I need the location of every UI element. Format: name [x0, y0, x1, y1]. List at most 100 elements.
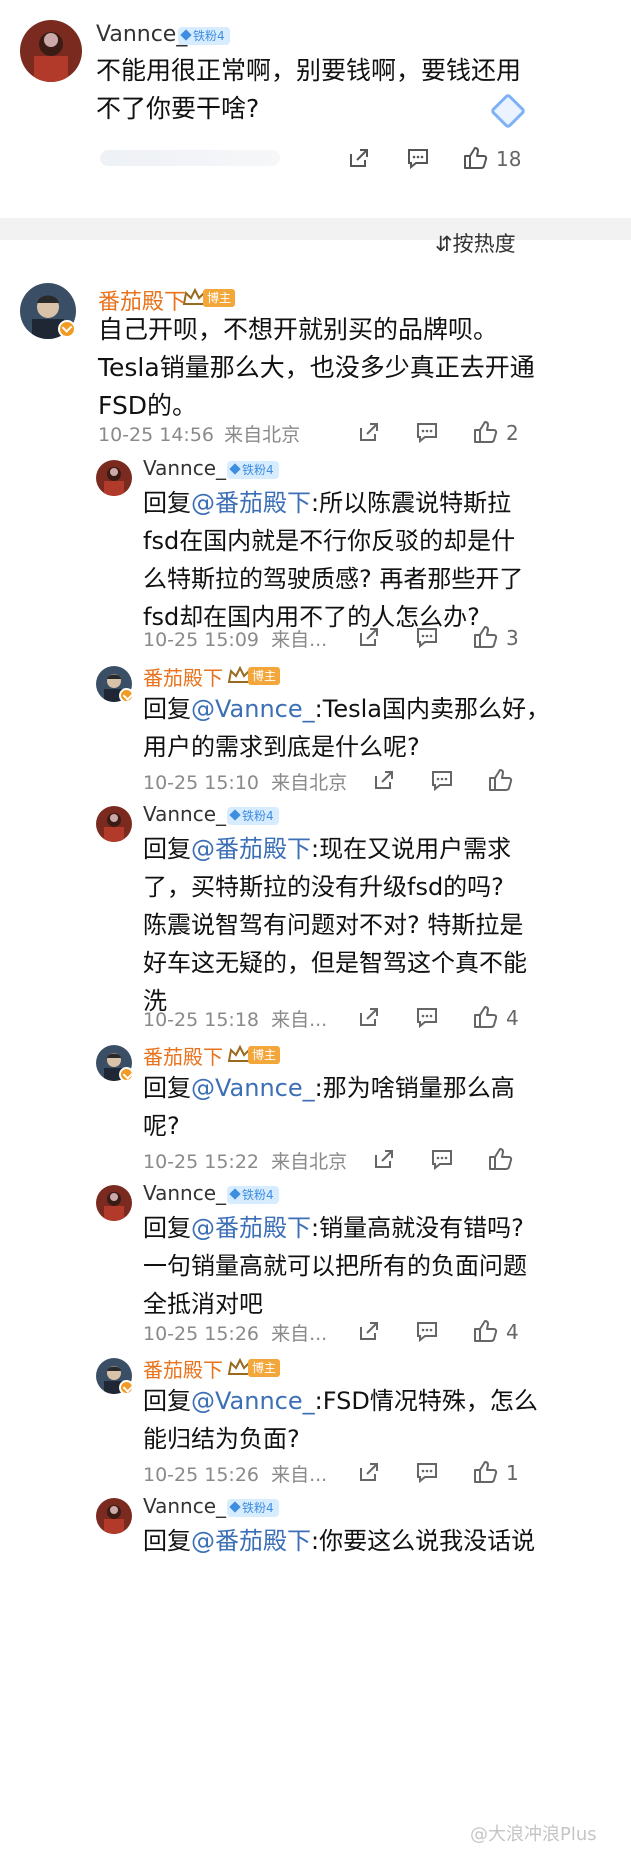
- comment-button[interactable]: [415, 1460, 439, 1484]
- like-button[interactable]: [462, 145, 488, 171]
- reply-meta: 10-25 15:18 来自...: [143, 1009, 328, 1031]
- like-button[interactable]: [472, 1004, 498, 1030]
- comment-icon: [417, 1008, 437, 1029]
- post-text: 不能用很正常啊，别要钱啊，要钱还用 不了你要干啥?: [96, 56, 522, 123]
- reply-prefix: 回复: [143, 1214, 191, 1242]
- reply-prefix: 回复: [143, 695, 191, 723]
- share-button[interactable]: [357, 625, 381, 649]
- like-count: 18: [496, 147, 522, 171]
- sort-by-hot-button[interactable]: ⇵按热度: [435, 228, 516, 258]
- verified-icon: [119, 1380, 134, 1395]
- share-button[interactable]: [357, 1460, 381, 1484]
- mention-link[interactable]: @Vannce_: [191, 695, 315, 723]
- reply-prefix: 回复: [143, 1527, 191, 1555]
- reply-body: :你要这么说我没话说: [311, 1527, 536, 1555]
- username[interactable]: 番茄殿下: [143, 1041, 223, 1070]
- share-icon: [360, 1008, 378, 1026]
- like-count: 1: [506, 1461, 519, 1485]
- comment-button[interactable]: [415, 1319, 439, 1343]
- mention-link[interactable]: @Vannce_: [191, 1074, 315, 1102]
- reply-text: 回复@Vannce_:FSD情况特殊，怎么 能归结为负面?: [143, 1382, 623, 1458]
- share-button[interactable]: [357, 1005, 381, 1029]
- fan-badge: 铁粉4: [178, 27, 230, 45]
- like-count: 4: [506, 1006, 519, 1030]
- username[interactable]: Vannce_: [143, 1494, 226, 1518]
- comment-icon: [417, 1322, 437, 1343]
- like-icon: [474, 1461, 498, 1483]
- blogger-tag: 博主: [248, 667, 281, 685]
- comment-button[interactable]: [415, 420, 439, 444]
- fan-badge: 铁粉4: [227, 1499, 279, 1517]
- username[interactable]: 番茄殿下: [143, 662, 223, 691]
- like-button[interactable]: [472, 1318, 498, 1344]
- reply-meta: 10-25 15:22 来自北京: [143, 1151, 348, 1173]
- like-button[interactable]: [487, 767, 513, 793]
- username[interactable]: Vannce_: [143, 1181, 226, 1205]
- mention-link[interactable]: @番茄殿下: [191, 1527, 311, 1555]
- username[interactable]: Vannce_: [143, 802, 226, 826]
- comment-icon: [408, 149, 428, 170]
- fan-badge: 铁粉4: [227, 461, 279, 479]
- like-icon: [489, 1148, 513, 1170]
- section-divider: [0, 218, 631, 240]
- username[interactable]: 番茄殿下: [143, 1354, 223, 1383]
- comment-button[interactable]: [430, 1147, 454, 1171]
- reply-text: 回复@Vannce_:那为啥销量那么高 呢?: [143, 1069, 623, 1145]
- reply-prefix: 回复: [143, 1074, 191, 1102]
- diamond-icon: [180, 29, 192, 41]
- blogger-tag: 博主: [248, 1359, 281, 1377]
- comment-meta: 10-25 14:56 来自北京: [98, 424, 301, 446]
- reply-meta: 10-25 15:10 来自北京: [143, 772, 348, 794]
- share-button[interactable]: [347, 146, 371, 170]
- reply-meta: 10-25 15:09 来自...: [143, 629, 328, 651]
- comment-text: 自己开呗，不想开就别买的品牌呗。 Tesla销量那么大，也没多少真正去开通 FS…: [98, 315, 535, 420]
- avatar[interactable]: [96, 460, 132, 496]
- comment-button[interactable]: [406, 146, 430, 170]
- like-button[interactable]: [487, 1146, 513, 1172]
- username[interactable]: Vannce_: [143, 456, 226, 480]
- diamond-icon: [229, 809, 241, 821]
- like-button[interactable]: [472, 1459, 498, 1485]
- verified-icon: [119, 688, 134, 703]
- blogger-tag: 博主: [248, 1046, 281, 1064]
- comment-button[interactable]: [430, 768, 454, 792]
- blogger-tag: 博主: [203, 289, 236, 307]
- like-icon: [464, 147, 488, 169]
- comment-icon: [432, 1150, 452, 1171]
- like-count: 4: [506, 1320, 519, 1344]
- share-icon: [360, 1463, 378, 1481]
- comment-button[interactable]: [415, 625, 439, 649]
- avatar[interactable]: [96, 806, 132, 842]
- blurred-text: [100, 150, 280, 166]
- mention-link[interactable]: @番茄殿下: [191, 1214, 311, 1242]
- like-icon: [474, 421, 498, 443]
- comment-button[interactable]: [415, 1005, 439, 1029]
- like-count: 2: [506, 421, 519, 445]
- like-button[interactable]: [472, 624, 498, 650]
- reply-meta: 10-25 15:26 来自...: [143, 1323, 328, 1345]
- reply-text: 回复@番茄殿下:现在又说用户需求 了，买特斯拉的没有升级fsd的吗? 陈震说智驾…: [143, 830, 623, 1020]
- avatar[interactable]: [96, 1498, 132, 1534]
- share-icon: [375, 771, 393, 789]
- username[interactable]: Vannce_: [96, 22, 187, 47]
- like-icon: [489, 769, 513, 791]
- reply-text: 回复@番茄殿下:销量高就没有错吗? 一句销量高就可以把所有的负面问题 全抵消对吧: [143, 1209, 623, 1323]
- share-button[interactable]: [357, 1319, 381, 1343]
- like-button[interactable]: [472, 419, 498, 445]
- share-icon: [350, 149, 368, 167]
- avatar[interactable]: [20, 20, 82, 82]
- share-button[interactable]: [372, 768, 396, 792]
- reply-meta: 10-25 15:26 来自...: [143, 1464, 328, 1486]
- comment-icon: [417, 423, 437, 444]
- share-button[interactable]: [357, 420, 381, 444]
- mention-link[interactable]: @番茄殿下: [191, 835, 311, 863]
- diamond-icon: [229, 1188, 241, 1200]
- share-button[interactable]: [372, 1147, 396, 1171]
- share-icon: [360, 1322, 378, 1340]
- reply-prefix: 回复: [143, 489, 191, 517]
- mention-link[interactable]: @番茄殿下: [191, 489, 311, 517]
- diamond-icon: [229, 463, 241, 475]
- reply-text: 回复@Vannce_:Tesla国内卖那么好， 用户的需求到底是什么呢?: [143, 690, 623, 766]
- mention-link[interactable]: @Vannce_: [191, 1387, 315, 1415]
- avatar[interactable]: [96, 1185, 132, 1221]
